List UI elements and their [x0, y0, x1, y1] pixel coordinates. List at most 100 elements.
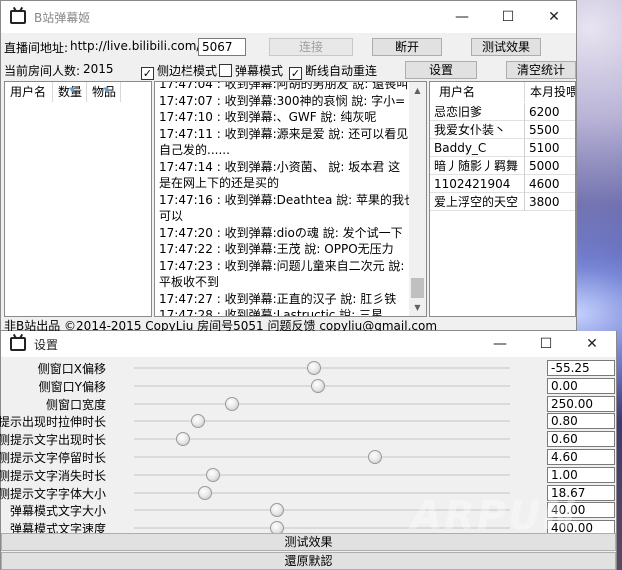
scroll-down-icon[interactable]: ▼	[409, 299, 426, 316]
clear-stats-button[interactable]: 清空统计	[506, 61, 576, 79]
slider-value-input[interactable]: 0.80	[547, 413, 615, 430]
log-line: 17:47:23 : 收到弹幕:问题儿童来自二次元 說:	[159, 258, 405, 273]
log-line: 17:47:14 : 收到弹幕:小资菌、 說: 坂本君 这	[159, 159, 401, 174]
slider-label: 侧窗口X偏移	[37, 362, 106, 376]
address-label: 直播间地址:	[4, 41, 69, 55]
rank-value-cell: 5500	[525, 121, 575, 139]
slider-label: 侧窗口宽度	[45, 397, 106, 412]
rank-username-cell: 忌恋旧爹	[430, 103, 525, 121]
slider-value-input[interactable]: 0.60	[547, 431, 615, 448]
minimize-button[interactable]: —	[439, 1, 485, 33]
danmaku-mode-label: 弹幕模式	[235, 64, 284, 78]
scroll-up-icon[interactable]: ▲	[409, 82, 426, 99]
maximize-button[interactable]: ☐	[523, 331, 569, 357]
table-row[interactable]: 暗丿随影丿羁舞 5000	[430, 157, 575, 175]
gift-col-username[interactable]: 用户名	[5, 82, 53, 102]
table-row[interactable]: 1102421904 4600	[430, 175, 575, 193]
test-effect-button[interactable]: 测试效果	[471, 38, 541, 56]
close-button[interactable]: ✕	[531, 1, 577, 33]
log-line: 17:47:10 : 收到弹幕:、GWF 說: 纯灰呢	[159, 110, 377, 124]
main-titlebar: B站弹幕姬 — ☐ ✕	[1, 1, 576, 33]
log-line: 17:47:22 : 收到弹幕:王茂 說: OPPO无压力	[159, 242, 394, 256]
rank-username-cell: 暗丿随影丿羁舞	[430, 157, 525, 175]
table-row[interactable]: 忌恋旧爹 6200	[430, 103, 575, 121]
log-line: 是在网上下的还是买的	[159, 176, 280, 190]
slider-thumb[interactable]	[224, 396, 239, 411]
slider-track[interactable]	[134, 456, 510, 458]
settings-titlebar: 设置 — ☐ ✕	[1, 331, 616, 357]
slider-track[interactable]	[134, 367, 510, 369]
table-row[interactable]: Baddy_C 5100	[430, 139, 575, 157]
slider-thumb[interactable]	[205, 467, 220, 482]
slider-value-input[interactable]: -55.25	[547, 360, 615, 376]
slider-track[interactable]	[134, 473, 510, 476]
table-row[interactable]: 我爱女仆装丶 5500	[430, 121, 575, 139]
log-line: 17:47:16 : 收到弹幕:Deathtea 說: 苹果的我也	[159, 192, 417, 207]
maximize-button[interactable]: ☐	[485, 1, 531, 33]
minimize-button[interactable]: —	[477, 331, 523, 357]
auto-reconnect-checkbox[interactable]: ✓ 断线自动重连	[289, 62, 377, 80]
auto-reconnect-label: 断线自动重连	[305, 64, 378, 78]
log-line: 17:47:04 : 收到弹幕:阿胡的男朋友 說: 還喪叫	[159, 81, 409, 91]
main-window: B站弹幕姬 — ☐ ✕ 直播间地址: http://live.bilibili.…	[0, 0, 577, 333]
settings-window: 设置 — ☐ ✕ 侧窗口X偏移 -55.25 侧窗口Y偏移 0.00 侧窗口宽度 250.…	[0, 331, 617, 570]
rank-col-monthly[interactable]: 本月投喂	[525, 82, 575, 102]
slider-label: 侧提示文字停留时长	[0, 451, 106, 465]
gift-col-item[interactable]: ▼ 物品	[87, 82, 121, 102]
scrollbar-thumb[interactable]	[411, 278, 424, 298]
log-line: 17:47:07 : 收到弹幕:300神的哀悯 說: 字小= =	[159, 93, 420, 108]
watermark-logo: ARPUN	[410, 493, 578, 539]
checkbox-checked-icon: ✓	[289, 67, 302, 80]
slider-thumb[interactable]	[367, 450, 382, 464]
slider-value-input[interactable]: 0.00	[547, 377, 615, 394]
settings-button[interactable]: 设置	[405, 61, 477, 79]
slider-value-input[interactable]: 1.00	[547, 466, 615, 483]
disconnect-button[interactable]: 断开	[372, 38, 442, 56]
slider-label: 侧提示文字字体大小	[0, 486, 106, 501]
rank-list[interactable]: 用户名 本月投喂 忌恋旧爹 6200 我爱女仆装丶 5500 Baddy_C 5100 暗丿…	[429, 81, 576, 317]
log-line: 17:47:27 : 收到弹幕:正直的汉子 說: 肛彡铁	[159, 291, 397, 306]
log-line: 平板收不到	[159, 275, 220, 289]
slider-track[interactable]	[134, 402, 510, 405]
checkbox-unchecked-icon	[219, 64, 232, 77]
log-line: 可以	[159, 209, 184, 223]
window-title: B站弹幕姬	[34, 10, 91, 25]
slider-thumb[interactable]	[198, 485, 213, 500]
sidebar-mode-checkbox[interactable]: ✓ 侧边栏模式	[141, 62, 217, 80]
rank-username-cell: 1102421904	[430, 175, 525, 193]
rank-value-cell: 6200	[525, 103, 575, 121]
restore-defaults-button[interactable]: 還原默認	[1, 552, 616, 570]
viewers-label: 当前房间人数:	[4, 64, 81, 78]
room-id-input[interactable]: 5067	[198, 38, 246, 56]
rank-value-cell: 5000	[525, 157, 575, 175]
log-line: 17:47:28 : 收到弹幕:Lastructic 說: 三星	[159, 308, 384, 317]
sidebar-mode-label: 侧边栏模式	[157, 64, 218, 78]
slider-label: 侧提示文字出现时长	[0, 433, 106, 448]
viewers-count: 2015	[83, 62, 114, 76]
log-scrollbar[interactable]: ▲ ▼	[409, 82, 426, 316]
address-prefix: http://live.bilibili.com/	[70, 39, 201, 53]
settings-title: 设置	[34, 337, 59, 352]
gift-col-count[interactable]: ▼ 数量	[53, 82, 87, 102]
slider-thumb[interactable]	[307, 361, 322, 375]
slider-thumb[interactable]	[190, 414, 205, 429]
gift-list[interactable]: 用户名 ▼ 数量 ▼ 物品	[4, 81, 152, 317]
danmaku-mode-checkbox[interactable]: 弹幕模式	[219, 62, 283, 79]
slider-value-input[interactable]: 4.60	[547, 449, 615, 465]
rank-col-username[interactable]: 用户名	[430, 82, 525, 102]
connect-button[interactable]: 连接	[269, 38, 353, 56]
rank-username-cell: Baddy_C	[430, 139, 525, 157]
slider-thumb[interactable]	[269, 503, 284, 518]
log-line: 17:47:11 : 收到弹幕:源来是爱 說: 还可以看见	[159, 126, 409, 141]
close-button[interactable]: ✕	[569, 331, 615, 357]
slider-thumb[interactable]	[175, 432, 190, 447]
slider-thumb[interactable]	[311, 378, 326, 393]
slider-track[interactable]	[134, 438, 510, 441]
log-line: 17:47:20 : 收到弹幕:dioの魂 說: 发个试一下	[159, 225, 403, 240]
table-row[interactable]: 爱上浮空的天空 3800	[430, 193, 575, 211]
danmaku-log[interactable]: 17:47:04 : 收到弹幕:阿胡的男朋友 說: 還喪叫 17:47:07 : …	[154, 81, 427, 317]
slider-label: 侧窗口Y偏移	[38, 379, 106, 394]
slider-value-input[interactable]: 250.00	[547, 395, 615, 412]
rank-value-cell: 5100	[525, 139, 575, 157]
rank-value-cell: 3800	[525, 193, 575, 211]
